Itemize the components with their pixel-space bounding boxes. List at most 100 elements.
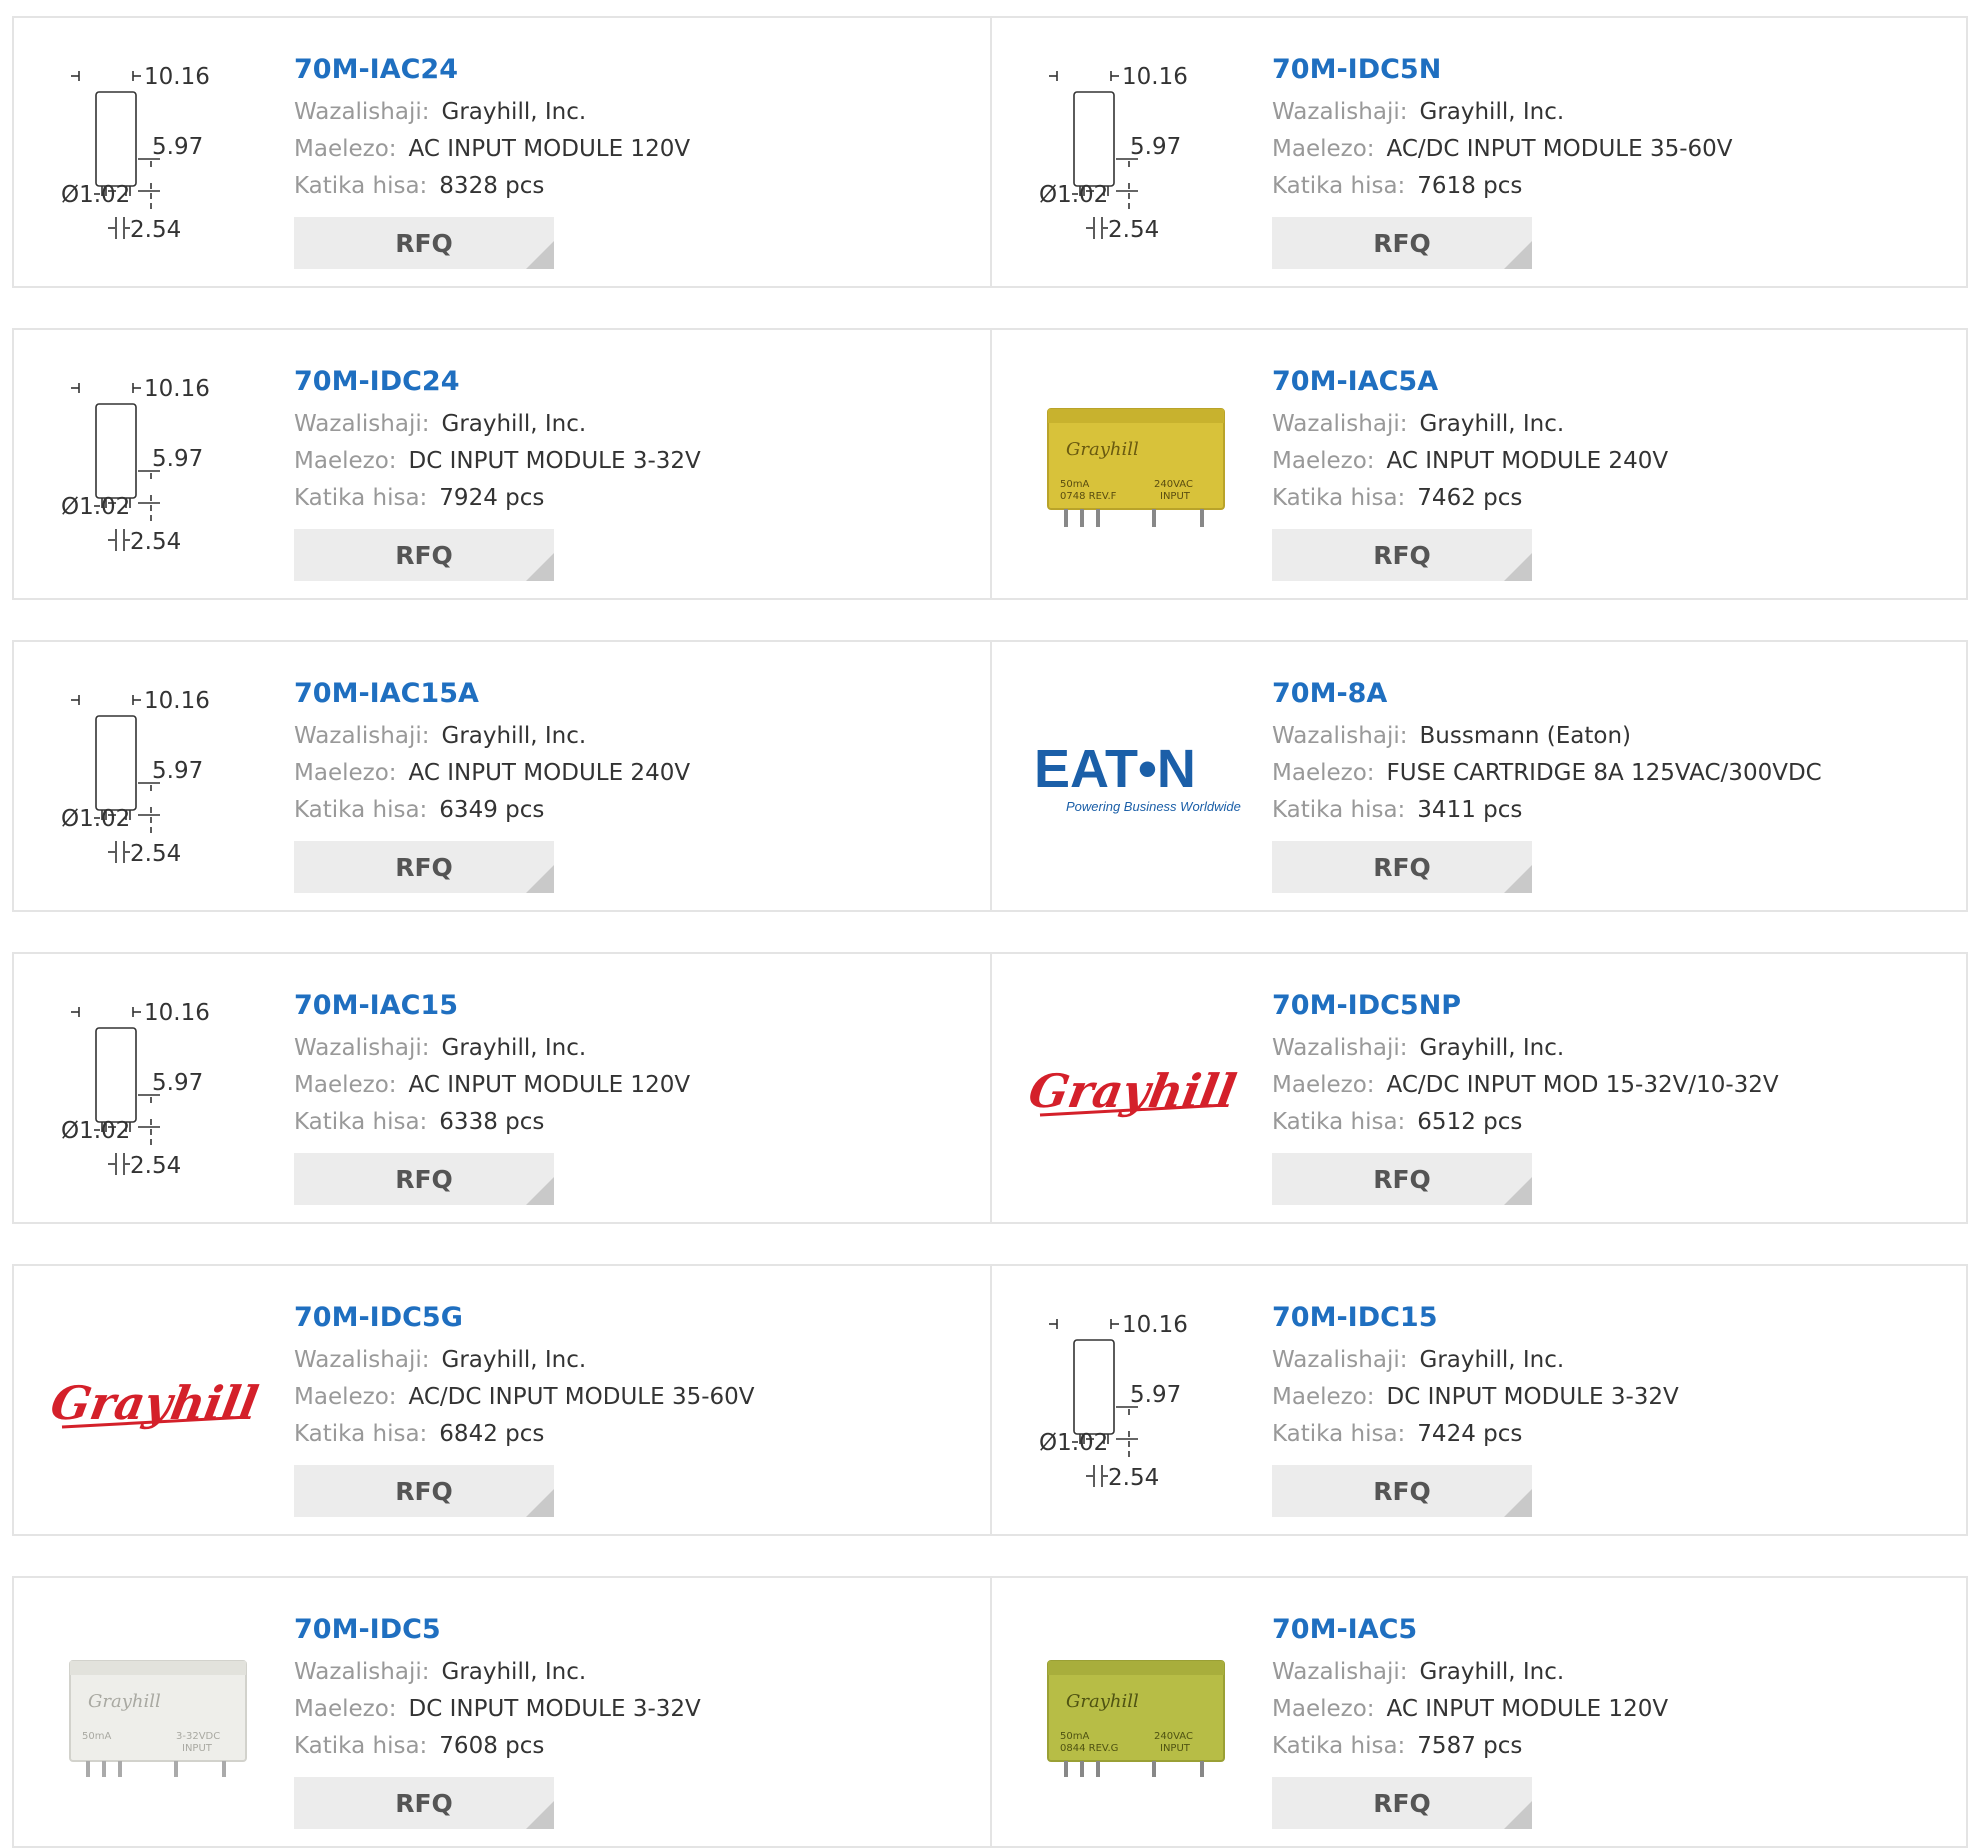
height-dimension: 5.97: [152, 446, 203, 472]
stock-label: Katika hisa:: [1272, 797, 1406, 823]
manufacturer-value: Grayhill, Inc.: [441, 1035, 587, 1061]
rfq-button[interactable]: RFQ: [294, 1153, 554, 1205]
dimension-drawing: 10.16 5.97 Ø1.02 2.54: [61, 688, 210, 867]
manufacturer-line: Wazalishaji: Grayhill, Inc.: [1272, 1654, 1668, 1691]
product-image[interactable]: 10.16 5.97 Ø1.02 2.54: [52, 54, 264, 260]
product-image[interactable]: Grayhill: [52, 1302, 264, 1508]
product-name-link[interactable]: 70M-IAC5: [1272, 1610, 1668, 1650]
manufacturer-value: Grayhill, Inc.: [1419, 1035, 1565, 1061]
rfq-button[interactable]: RFQ: [1272, 217, 1532, 269]
description-line: Maelezo: AC INPUT MODULE 240V: [1272, 443, 1668, 480]
product-image[interactable]: Grayhill: [1030, 990, 1242, 1196]
rfq-button[interactable]: RFQ: [294, 841, 554, 893]
manufacturer-value: Grayhill, Inc.: [441, 99, 587, 125]
product-info: 70M-IAC5 Wazalishaji: Grayhill, Inc. Maelez…: [1272, 1610, 1668, 1829]
product-image[interactable]: 10.16 5.97 Ø1.02 2.54: [1030, 1302, 1242, 1508]
svg-text:Grayhill: Grayhill: [1066, 1691, 1139, 1712]
rfq-button[interactable]: RFQ: [1272, 841, 1532, 893]
product-image[interactable]: 10.16 5.97 Ø1.02 2.54: [1030, 54, 1242, 260]
rfq-button[interactable]: RFQ: [1272, 1153, 1532, 1205]
corner-triangle-icon: [1504, 553, 1532, 581]
stock-line: Katika hisa: 7608 pcs: [294, 1728, 701, 1765]
pin-diameter-dimension: Ø1.02: [1039, 1430, 1108, 1456]
width-dimension: 10.16: [144, 1000, 210, 1026]
product-image[interactable]: Grayhill 50mA 0748 REV.F 240VAC INPUT: [1030, 366, 1242, 572]
product-name-link[interactable]: 70M-IDC5G: [294, 1298, 755, 1338]
product-card: Grayhill 70M-IDC5NP Wazalishaji: Grayhill,…: [990, 954, 1966, 1222]
rfq-label: RFQ: [1373, 1788, 1431, 1818]
manufacturer-value: Grayhill, Inc.: [1419, 411, 1565, 437]
rfq-button[interactable]: RFQ: [1272, 529, 1532, 581]
product-name-link[interactable]: 70M-IDC5NP: [1272, 986, 1779, 1026]
rfq-label: RFQ: [395, 1476, 453, 1506]
product-name-link[interactable]: 70M-IAC5A: [1272, 362, 1668, 402]
product-image[interactable]: Grayhill 50mA 3-32VDC INPUT: [52, 1614, 264, 1820]
product-info: 70M-IDC24 Wazalishaji: Grayhill, Inc. Maele…: [294, 362, 701, 581]
product-row: Grayhill 70M-IDC5G Wazalishaji: Grayhill, …: [12, 1264, 1968, 1536]
height-dimension: 5.97: [152, 758, 203, 784]
product-name-link[interactable]: 70M-IDC5: [294, 1610, 701, 1650]
product-name-link[interactable]: 70M-IDC24: [294, 362, 701, 402]
width-dimension: 10.16: [1122, 64, 1188, 90]
pin-diameter-dimension: Ø1.02: [61, 806, 130, 832]
pin-pitch-dimension: 2.54: [130, 1153, 181, 1179]
product-name-link[interactable]: 70M-IAC15: [294, 986, 690, 1026]
rfq-button[interactable]: RFQ: [1272, 1465, 1532, 1517]
manufacturer-label: Wazalishaji:: [1272, 1347, 1408, 1373]
manufacturer-line: Wazalishaji: Grayhill, Inc.: [294, 1030, 690, 1067]
product-name-link[interactable]: 70M-IAC15A: [294, 674, 690, 714]
pin-pitch-dimension: 2.54: [1108, 217, 1159, 243]
stock-line: Katika hisa: 7618 pcs: [1272, 168, 1733, 205]
rfq-label: RFQ: [395, 1788, 453, 1818]
pin-pitch-dimension: 2.54: [1108, 1465, 1159, 1491]
manufacturer-value: Grayhill, Inc.: [441, 411, 587, 437]
dimension-drawing: 10.16 5.97 Ø1.02 2.54: [1039, 1312, 1188, 1491]
rfq-button[interactable]: RFQ: [294, 1777, 554, 1829]
corner-triangle-icon: [1504, 1489, 1532, 1517]
manufacturer-line: Wazalishaji: Grayhill, Inc.: [294, 718, 690, 755]
corner-triangle-icon: [526, 865, 554, 893]
corner-triangle-icon: [1504, 241, 1532, 269]
stock-line: Katika hisa: 6512 pcs: [1272, 1104, 1779, 1141]
description-label: Maelezo:: [294, 1696, 397, 1722]
product-row: 10.16 5.97 Ø1.02 2.54 70M-IAC24 Wazalisha…: [12, 16, 1968, 288]
manufacturer-value: Grayhill, Inc.: [1419, 1347, 1565, 1373]
description-value: AC INPUT MODULE 120V: [408, 136, 691, 162]
manufacturer-label: Wazalishaji:: [294, 1659, 430, 1685]
description-value: AC INPUT MODULE 120V: [408, 1072, 691, 1098]
corner-triangle-icon: [1504, 865, 1532, 893]
product-name-link[interactable]: 70M-IDC5N: [1272, 50, 1733, 90]
product-image[interactable]: Grayhill 50mA 0844 REV.G 240VAC INPUT: [1030, 1614, 1242, 1820]
rfq-button[interactable]: RFQ: [1272, 1777, 1532, 1829]
description-value: AC INPUT MODULE 240V: [1386, 448, 1669, 474]
stock-label: Katika hisa:: [294, 1733, 428, 1759]
product-row: 10.16 5.97 Ø1.02 2.54 70M-IAC15 Wazalisha…: [12, 952, 1968, 1224]
product-info: 70M-IDC5NP Wazalishaji: Grayhill, Inc. Mael…: [1272, 986, 1779, 1205]
stock-label: Katika hisa:: [294, 1109, 428, 1135]
description-line: Maelezo: DC INPUT MODULE 3-32V: [1272, 1379, 1679, 1416]
description-line: Maelezo: AC/DC INPUT MOD 15-32V/10-32V: [1272, 1067, 1779, 1104]
svg-text:0844 REV.G: 0844 REV.G: [1060, 1743, 1118, 1754]
stock-value: 7587 pcs: [1417, 1733, 1523, 1759]
product-info: 70M-IDC15 Wazalishaji: Grayhill, Inc. Maele…: [1272, 1298, 1679, 1517]
description-line: Maelezo: AC/DC INPUT MODULE 35-60V: [1272, 131, 1733, 168]
description-label: Maelezo:: [1272, 1072, 1375, 1098]
product-image[interactable]: 10.16 5.97 Ø1.02 2.54: [52, 990, 264, 1196]
rfq-button[interactable]: RFQ: [294, 1465, 554, 1517]
product-image[interactable]: 10.16 5.97 Ø1.02 2.54: [52, 678, 264, 884]
product-name-link[interactable]: 70M-IDC15: [1272, 1298, 1679, 1338]
stock-label: Katika hisa:: [1272, 173, 1406, 199]
rfq-button[interactable]: RFQ: [294, 217, 554, 269]
description-value: AC/DC INPUT MODULE 35-60V: [408, 1384, 755, 1410]
rfq-label: RFQ: [1373, 1476, 1431, 1506]
rfq-button[interactable]: RFQ: [294, 529, 554, 581]
product-image[interactable]: 10.16 5.97 Ø1.02 2.54: [52, 366, 264, 572]
description-label: Maelezo:: [1272, 1696, 1375, 1722]
height-dimension: 5.97: [1130, 134, 1181, 160]
grayhill-logo: Grayhill: [52, 1375, 262, 1430]
product-image[interactable]: EAT•N Powering Business Worldwide: [1030, 678, 1242, 884]
product-name-link[interactable]: 70M-8A: [1272, 674, 1822, 714]
product-name-link[interactable]: 70M-IAC24: [294, 50, 690, 90]
manufacturer-label: Wazalishaji:: [1272, 99, 1408, 125]
product-info: 70M-IDC5G Wazalishaji: Grayhill, Inc. Maele…: [294, 1298, 755, 1517]
